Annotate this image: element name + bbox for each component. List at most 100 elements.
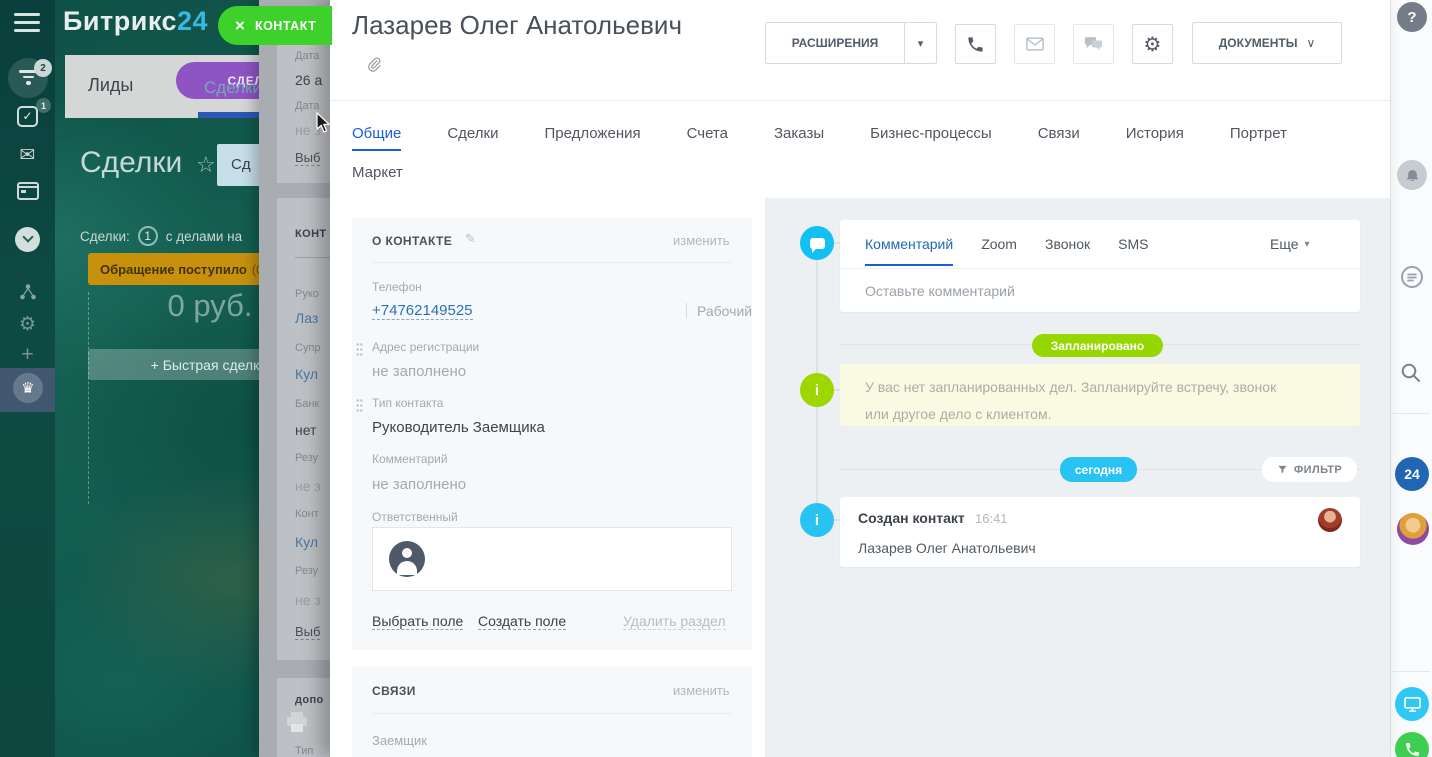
- mail-icon[interactable]: ✉: [0, 144, 55, 167]
- tasks-badge: 1: [36, 98, 51, 113]
- help-icon[interactable]: ?: [1397, 2, 1427, 32]
- tab-leads[interactable]: Лиды: [88, 75, 133, 96]
- responsible-label: Ответственный: [372, 510, 458, 524]
- settings-button[interactable]: ⚙: [1132, 24, 1173, 64]
- editor-tab-comment[interactable]: Комментарий: [865, 236, 954, 266]
- notifications-bell-icon[interactable]: [1397, 160, 1427, 190]
- documents-label: ДОКУМЕНТЫ: [1218, 36, 1298, 50]
- call-button[interactable]: [955, 24, 996, 64]
- editor-tab-more[interactable]: Еще ▾: [1270, 236, 1310, 252]
- event-card[interactable]: [840, 497, 1360, 567]
- add-plus-icon[interactable]: +: [0, 343, 55, 367]
- settings-gear-icon[interactable]: ⚙: [0, 313, 55, 336]
- tab-market[interactable]: Маркет: [352, 164, 403, 181]
- bitrix24-badge[interactable]: 24: [1395, 457, 1429, 491]
- check-glyph: ✓: [22, 109, 33, 123]
- bg-field-value[interactable]: Лаз: [295, 310, 318, 326]
- tab-history[interactable]: История: [1126, 125, 1184, 142]
- relations-edit-link[interactable]: изменить: [673, 683, 730, 698]
- tab-bizproc[interactable]: Бизнес-процессы: [870, 125, 992, 142]
- bg-field-label: Резу: [295, 452, 319, 464]
- responsible-avatar: [389, 541, 425, 577]
- caret-down-icon: ▾: [1304, 238, 1310, 250]
- screenshare-icon[interactable]: [1395, 687, 1429, 721]
- drag-handle-icon[interactable]: [356, 342, 363, 356]
- bg-select-field-link[interactable]: Выб: [295, 624, 321, 640]
- contact-type-label: Тип контакта: [372, 396, 444, 410]
- pencil-icon[interactable]: ✎: [465, 231, 476, 247]
- paperclip-icon[interactable]: [366, 56, 382, 73]
- email-button[interactable]: [1014, 24, 1055, 64]
- editor-tab-zoom[interactable]: Zoom: [981, 236, 1017, 252]
- tab-deals[interactable]: Сделки: [447, 125, 498, 142]
- plan-list-icon[interactable]: [1397, 262, 1427, 292]
- tab-general[interactable]: Общие: [352, 125, 402, 151]
- event-author-avatar[interactable]: [1318, 508, 1342, 532]
- left-sidebar: 2 ✓ 1 ✉ ⚙ + ♛: [0, 0, 55, 757]
- event-time: 16:41: [975, 511, 1008, 526]
- timeline-filter-button[interactable]: ФИЛЬТР: [1262, 457, 1357, 482]
- tab-quotes[interactable]: Предложения: [544, 125, 640, 142]
- tab-portrait[interactable]: Портрет: [1230, 125, 1287, 142]
- info-icon: i: [800, 503, 834, 537]
- contact-type-value: Руководитель Заемщика: [372, 419, 545, 436]
- tab-deals-ghost[interactable]: Сделки: [204, 78, 262, 98]
- no-activities-line1: У вас нет запланированных дел. Запланиру…: [865, 379, 1277, 395]
- divider: [372, 262, 732, 263]
- extensions-button[interactable]: РАСШИРЕНИЯ ▾: [765, 22, 937, 64]
- address-value: не заполнено: [372, 363, 467, 380]
- extensions-caret-icon[interactable]: ▾: [904, 23, 936, 63]
- bg-field-label: Тип: [295, 745, 314, 757]
- bg-field-value[interactable]: Кул: [295, 366, 318, 382]
- printer-icon[interactable]: [285, 712, 309, 734]
- select-field-link[interactable]: Выбрать поле: [372, 613, 464, 630]
- drag-handle-icon[interactable]: [356, 398, 363, 412]
- bg-field-value: нет: [295, 422, 317, 438]
- phone-value-link[interactable]: +74762149525: [372, 302, 473, 320]
- create-field-link[interactable]: Создать поле: [478, 613, 567, 630]
- delete-section-link[interactable]: Удалить раздел: [623, 613, 726, 630]
- screen: Битрикс24 Лиды Сделки СДЕЛКА Сделки ☆ Сд…: [0, 0, 1432, 757]
- close-label: КОНТАКТ: [254, 18, 317, 33]
- address-label: Адрес регистрации: [372, 340, 480, 354]
- contact-title: Лазарев Олег Анатольевич: [352, 10, 682, 40]
- close-icon: ×: [235, 16, 245, 35]
- deals-counter: Сделки: 1 с делами на: [80, 226, 242, 246]
- bitrix24-logo[interactable]: Битрикс24: [63, 6, 208, 37]
- hamburger-menu-icon[interactable]: [14, 13, 40, 32]
- logo-brand: Битрикс: [63, 6, 177, 36]
- tab-orders[interactable]: Заказы: [774, 125, 824, 142]
- tasks-icon[interactable]: ✓: [17, 106, 38, 127]
- editor-tab-sms[interactable]: SMS: [1118, 236, 1148, 252]
- documents-button[interactable]: ДОКУМЕНТЫ ∨: [1192, 22, 1342, 64]
- user-avatar[interactable]: [1397, 513, 1429, 545]
- search-icon[interactable]: [1400, 362, 1422, 389]
- mouse-cursor: [316, 112, 331, 133]
- borrower-label: Заемщик: [372, 733, 427, 748]
- comment-input-placeholder[interactable]: Оставьте комментарий: [865, 283, 1015, 299]
- divider: [372, 713, 732, 714]
- counter-suffix: с делами на: [165, 228, 243, 244]
- chat-button[interactable]: [1073, 24, 1114, 64]
- tab-relations[interactable]: Связи: [1038, 125, 1080, 142]
- page-title: Сделки: [80, 146, 183, 179]
- relations-card-title: СВЯЗИ: [372, 684, 416, 698]
- kanban-dropzone-border: [88, 292, 89, 504]
- funnel-icon: [1278, 465, 1287, 474]
- editor-tab-call[interactable]: Звонок: [1045, 236, 1090, 252]
- planned-badge: Запланировано: [1032, 334, 1163, 357]
- about-edit-link[interactable]: изменить: [673, 233, 730, 248]
- slider-close-button[interactable]: × КОНТАКТ: [218, 6, 332, 45]
- bg-select-field-link[interactable]: Выб: [295, 150, 321, 166]
- kanban-column-title: Обращение поступило: [100, 261, 247, 277]
- favorite-star-icon[interactable]: ☆: [196, 152, 216, 178]
- divider: [295, 257, 332, 258]
- calendar-icon[interactable]: [17, 182, 39, 200]
- network-icon[interactable]: [19, 283, 37, 301]
- crown-icon[interactable]: ♛: [13, 373, 43, 403]
- responsible-box[interactable]: [372, 527, 732, 591]
- divider: [840, 268, 1360, 269]
- collapse-chevron-icon[interactable]: [15, 227, 40, 252]
- bg-field-value[interactable]: Кул: [295, 534, 318, 550]
- tab-invoices[interactable]: Счета: [687, 125, 728, 142]
